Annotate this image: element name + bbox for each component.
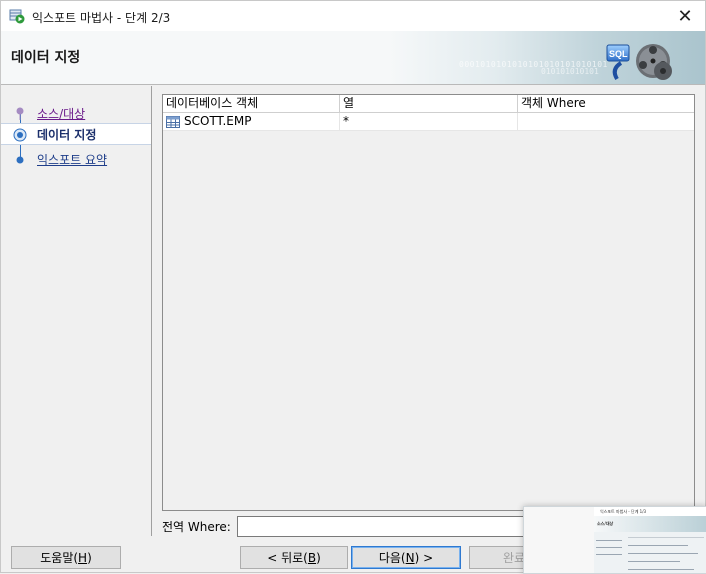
table-icon bbox=[166, 115, 180, 128]
global-where-label: 전역 Where: bbox=[162, 520, 231, 534]
thumbnail-content-line bbox=[628, 569, 694, 570]
thumbnail-banner-title: 소스/대상 bbox=[597, 521, 614, 526]
wizard-steps-nav: 소스/대상 데이터 지정 익스포트 요약 bbox=[1, 86, 152, 536]
nav-step-label[interactable]: 데이터 지정 bbox=[37, 126, 96, 143]
nav-step-source-target[interactable]: 소스/대상 bbox=[1, 102, 151, 124]
next-button-label-end: ) > bbox=[414, 550, 434, 565]
help-button-accesskey: H bbox=[78, 550, 88, 565]
step-completed-icon bbox=[16, 107, 24, 120]
object-name: SCOTT.EMP bbox=[184, 114, 252, 128]
cell-columns[interactable]: * bbox=[340, 113, 518, 131]
table-row[interactable]: SCOTT.EMP * bbox=[163, 113, 694, 131]
thumbnail-window-content: 익스포트 마법사 - 단계 1/3 소스/대상 bbox=[594, 507, 706, 573]
svg-text:SQL: SQL bbox=[609, 49, 628, 59]
nav-step-label[interactable]: 익스포트 요약 bbox=[37, 151, 107, 168]
export-wizard-window: 익스포트 마법사 - 단계 2/3 ✕ 데이터 지정 0001010101010… bbox=[0, 0, 706, 574]
title-bar: 익스포트 마법사 - 단계 2/3 ✕ bbox=[1, 1, 705, 31]
thumbnail-content-line bbox=[628, 537, 704, 538]
thumbnail-content-line bbox=[628, 561, 680, 562]
help-button[interactable]: 도움말(H) bbox=[11, 546, 121, 569]
next-button[interactable]: 다음(N) > bbox=[351, 546, 461, 569]
back-button-accesskey: B bbox=[307, 550, 317, 565]
column-header-where[interactable]: 객체 Where bbox=[518, 95, 694, 113]
banner-binary-decoration-2: 010101010101 bbox=[541, 67, 599, 76]
thumbnail-nav-line bbox=[596, 540, 622, 541]
thumbnail-content-line bbox=[628, 545, 688, 546]
cell-object[interactable]: SCOTT.EMP bbox=[163, 113, 340, 131]
step-pending-icon bbox=[16, 156, 24, 164]
finish-button-label: 완료 bbox=[502, 551, 526, 565]
cell-where[interactable] bbox=[518, 113, 694, 131]
column-header-object[interactable]: 데이터베이스 객체 bbox=[163, 95, 340, 113]
window-thumbnail-preview[interactable]: 익스포트 마법사 - 단계 1/3 소스/대상 bbox=[523, 506, 706, 574]
back-button-label: < 뒤로( bbox=[267, 551, 308, 565]
nav-step-label[interactable]: 소스/대상 bbox=[37, 105, 85, 122]
thumbnail-nav-line bbox=[596, 554, 622, 555]
next-button-label: 다음( bbox=[378, 551, 406, 565]
database-objects-table[interactable]: 데이터베이스 객체 열 객체 Where SCOTT.EMP * bbox=[162, 94, 695, 511]
close-button[interactable]: ✕ bbox=[665, 1, 705, 31]
window-title: 익스포트 마법사 - 단계 2/3 bbox=[32, 11, 171, 25]
help-button-label: 도움말( bbox=[40, 551, 79, 565]
nav-step-export-summary[interactable]: 익스포트 요약 bbox=[1, 148, 151, 170]
app-icon bbox=[9, 9, 25, 24]
thumbnail-title-bar: 익스포트 마법사 - 단계 1/3 bbox=[594, 507, 706, 516]
thumbnail-nav-line bbox=[596, 547, 622, 548]
sql-export-graphic-icon: SQL bbox=[606, 44, 672, 81]
close-icon[interactable]: ✕ bbox=[677, 6, 692, 27]
thumbnail-banner: 소스/대상 bbox=[594, 516, 706, 532]
thumbnail-content-line bbox=[628, 553, 698, 554]
wizard-header-banner: 데이터 지정 0001010101010101010101010101 0101… bbox=[1, 31, 705, 85]
thumbnail-title: 익스포트 마법사 - 단계 1/3 bbox=[600, 509, 647, 514]
step-current-icon bbox=[13, 128, 27, 142]
nav-step-specify-data[interactable]: 데이터 지정 bbox=[1, 123, 151, 145]
next-button-accesskey: N bbox=[405, 550, 415, 565]
help-button-label-end: ) bbox=[87, 550, 92, 565]
page-title: 데이터 지정 bbox=[11, 50, 81, 66]
back-button-label-end: ) bbox=[316, 550, 321, 565]
column-header-columns[interactable]: 열 bbox=[340, 95, 518, 113]
back-button[interactable]: < 뒤로(B) bbox=[240, 546, 348, 569]
table-header: 데이터베이스 객체 열 객체 Where bbox=[163, 95, 694, 113]
